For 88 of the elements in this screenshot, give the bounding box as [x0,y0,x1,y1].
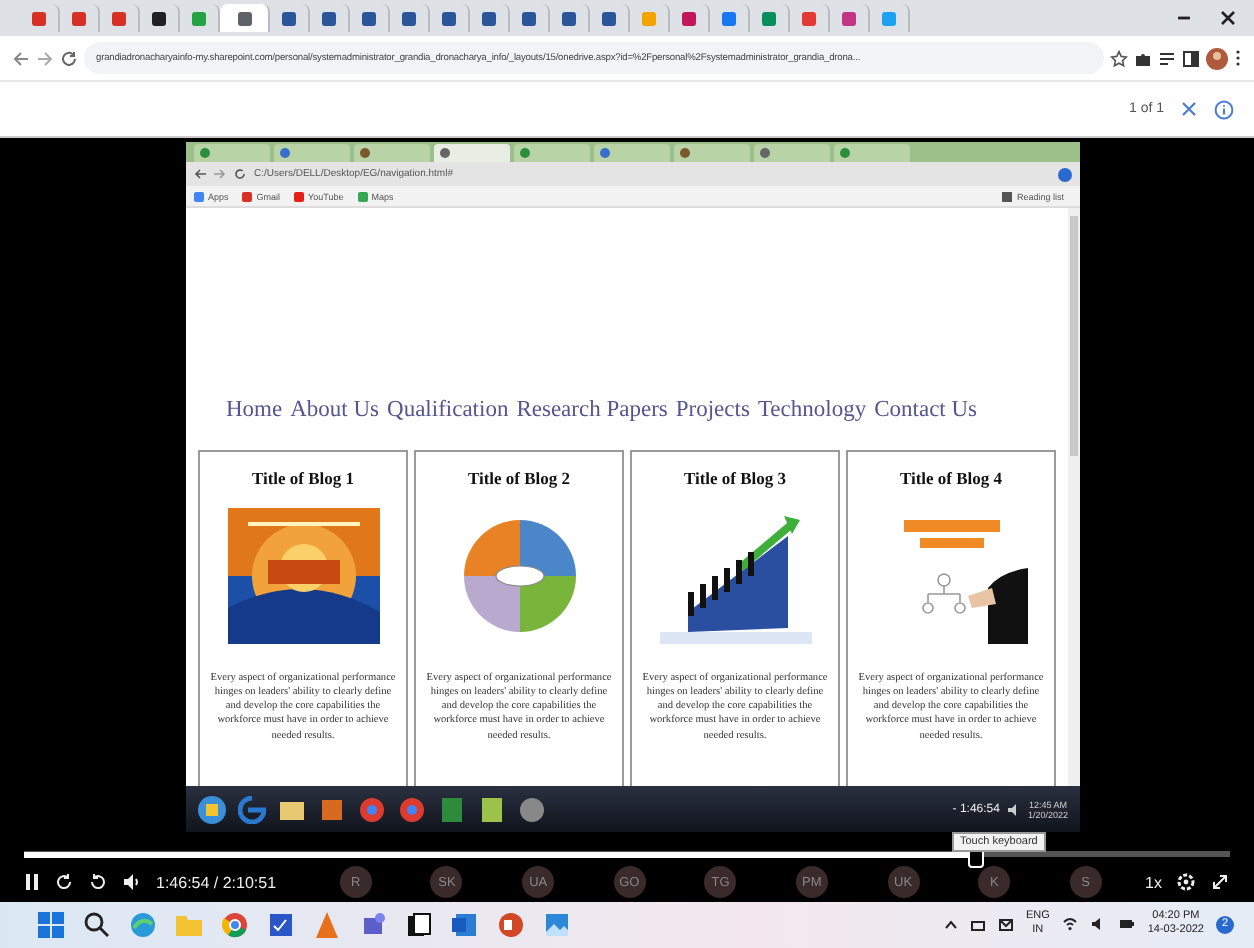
reload-icon[interactable] [60,49,78,67]
favicon-icon [282,11,296,25]
nav-link[interactable]: Research Papers [516,398,668,422]
favicon-icon [362,11,376,25]
favicon-icon [760,147,770,157]
scrollbar-thumb[interactable] [1070,216,1078,456]
favicon-icon [600,147,610,157]
blog-title: Title of Blog 4 [899,468,1003,488]
fullscreen-icon[interactable] [1210,872,1230,892]
favicon-icon [72,11,86,25]
bookmark-icon [242,191,253,201]
blog-title: Title of Blog 1 [251,468,355,488]
favicon-icon [237,11,251,25]
blog-title: Title of Blog 3 [683,468,787,488]
volume-icon[interactable] [1007,803,1020,815]
favicon-icon [440,147,450,157]
slides-icon[interactable] [496,909,526,939]
cone-icon[interactable] [312,909,342,939]
chevron-icon[interactable] [943,917,958,931]
favicon-icon [680,147,690,157]
favicon-icon [682,11,696,25]
favicon-icon [522,11,536,25]
bookmark-icon [357,191,368,201]
blog-title: Title of Blog 2 [467,468,571,488]
favicon-icon [562,11,576,25]
start-icon[interactable] [36,909,66,939]
nav-link[interactable]: About Us [290,398,380,422]
favicon-icon [482,11,496,25]
browser-tab[interactable] [220,4,270,32]
browser-icon[interactable] [398,795,426,823]
pause-icon[interactable] [24,872,40,892]
speed-button[interactable]: 1x [1145,873,1162,891]
bookmark-icon [294,191,305,201]
favicon-icon [192,11,206,25]
favicon-icon [722,11,736,25]
nav-link[interactable]: Technology [757,398,867,422]
favicon-icon [280,147,290,157]
favicon-icon [840,147,850,157]
favicon-icon [802,11,816,25]
browser-icon[interactable] [220,909,250,939]
start-icon[interactable] [198,795,226,823]
playlist-icon[interactable] [1158,49,1176,67]
panel-icon[interactable] [1182,49,1200,67]
list-icon [1002,191,1013,201]
wifi-icon[interactable] [1061,916,1078,932]
reload-icon[interactable] [234,168,246,180]
favicon-icon [882,11,896,25]
browser-icon[interactable] [358,795,386,823]
favicon-icon [642,11,656,25]
nav-link[interactable]: Home [226,398,283,422]
favicon-icon [200,147,210,157]
rewind-icon[interactable] [54,872,74,892]
back-icon[interactable] [194,168,206,180]
battery-icon[interactable] [1117,916,1136,932]
favicon-icon [112,11,126,25]
star-icon[interactable] [1110,49,1128,67]
favicon-icon [360,147,370,157]
favicon-icon [322,11,336,25]
avatar-icon[interactable] [1206,47,1228,69]
search-icon[interactable] [82,909,112,939]
favicon-icon [402,11,416,25]
nav-link[interactable]: Contact Us [874,398,978,422]
calendar-icon[interactable] [266,909,296,939]
favicon-icon [152,11,166,25]
nav-link[interactable]: Qualification [387,398,509,422]
bookmark-icon [194,191,204,201]
browser-icon[interactable] [128,909,158,939]
favicon-icon [32,11,46,25]
more-icon[interactable] [1234,48,1242,68]
favicon-icon [602,11,616,25]
playback-time: 1:46:54 / 2:10:51 [156,873,277,891]
avatar-icon[interactable] [1058,167,1072,181]
favicon-icon [842,11,856,25]
close-icon[interactable] [1218,8,1238,28]
back-icon[interactable] [12,49,30,67]
mail-icon[interactable] [997,916,1014,932]
favicon-icon [520,147,530,157]
favicon-icon [762,11,776,25]
photo-icon[interactable] [542,909,572,939]
favicon-icon [442,11,456,25]
settings-icon[interactable] [1176,872,1196,892]
volume-icon[interactable] [122,872,142,892]
info-icon[interactable] [1214,99,1234,119]
browser-icon[interactable] [238,795,266,823]
cards-icon[interactable] [404,909,434,939]
people-icon[interactable] [358,909,388,939]
nav-link[interactable]: Projects [675,398,750,422]
volume-icon[interactable] [1089,916,1106,932]
